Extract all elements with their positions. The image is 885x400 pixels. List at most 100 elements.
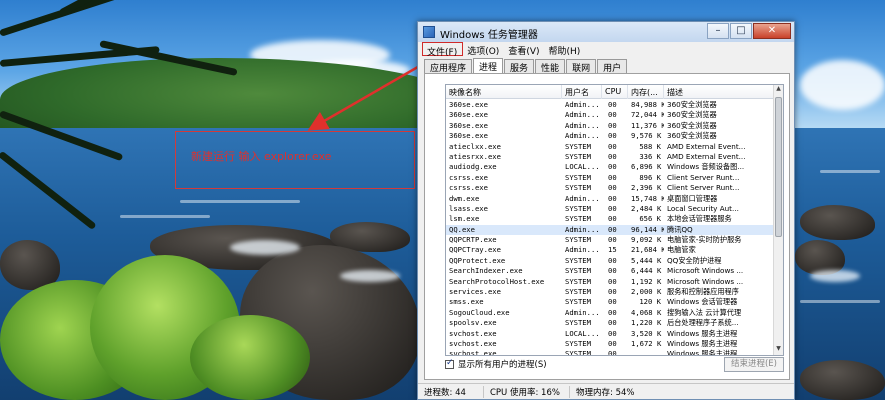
close-button[interactable]: ✕ [753, 23, 791, 39]
wallpaper-foam [230, 240, 300, 255]
process-row[interactable]: 360se.exe Admin... 00 9,576 K 360安全浏览器 [446, 131, 774, 141]
process-description: Client Server Runt... [667, 183, 740, 193]
process-memory [628, 349, 664, 355]
process-cpu: 00 [608, 141, 617, 151]
scroll-down-icon[interactable]: ▼ [774, 345, 783, 355]
tab-performance[interactable]: 性能 [535, 59, 566, 74]
process-description: 360安全浏览器 [667, 120, 717, 130]
tab-applications[interactable]: 应用程序 [424, 59, 473, 74]
process-rows: 360se.exe Admin... 00 84,988 K 360安全浏览器 360se… [446, 100, 774, 356]
minimize-button[interactable]: – [707, 23, 729, 39]
process-list-scrollbar[interactable]: ▲ ▼ [773, 85, 783, 355]
process-memory: 6,444 K [631, 266, 662, 276]
process-cpu: 00 [608, 287, 617, 297]
process-description: 360安全浏览器 [667, 110, 717, 120]
process-description: AMD External Event... [667, 151, 746, 161]
show-all-users-checkbox[interactable] [445, 358, 454, 369]
process-memory: 120 K [639, 297, 661, 307]
process-user-name: SYSTEM [565, 214, 591, 224]
maximize-button[interactable]: □ [730, 23, 752, 39]
wallpaper-wave [820, 170, 880, 173]
process-row[interactable]: svchost.exe SYSTEM 00 1,672 K Windows 服务主进程 [446, 339, 774, 349]
menu-bar: 文件(F) 选项(O) 查看(V) 帮助(H) [422, 42, 585, 58]
wallpaper-cloud [800, 60, 885, 110]
process-cpu: 00 [608, 172, 617, 182]
process-description: 腾讯QQ [667, 224, 693, 234]
process-row[interactable]: csrss.exe SYSTEM 00 2,396 K Client Server Ru… [446, 183, 774, 193]
process-row[interactable]: SearchProtocolHost.exe SYSTEM 00 1,192 K Mic… [446, 277, 774, 287]
tab-processes[interactable]: 进程 [473, 58, 504, 73]
process-description: Windows 服务主进程 [667, 328, 738, 338]
process-row[interactable]: SearchIndexer.exe SYSTEM 00 6,444 K Microsof… [446, 266, 774, 276]
process-row[interactable]: 360se.exe Admin... 00 84,988 K 360安全浏览器 [446, 100, 774, 110]
process-user-name: SYSTEM [565, 338, 591, 348]
process-row[interactable]: lsass.exe SYSTEM 00 2,484 K Local Security A… [446, 204, 774, 214]
process-list-header: 映像名称 用户名 CPU 内存(... 描述 [446, 85, 774, 99]
process-row[interactable]: csrss.exe SYSTEM 00 896 K Client Server Runt… [446, 173, 774, 183]
process-image-name: smss.exe [449, 297, 484, 307]
process-row[interactable]: QQPCRTP.exe SYSTEM 00 9,092 K 电脑管家-实时防护服务 [446, 235, 774, 245]
process-cpu: 00 [608, 183, 617, 193]
process-user-name: LOCAL... [565, 328, 600, 338]
tab-users[interactable]: 用户 [597, 59, 628, 74]
scroll-thumb[interactable] [775, 97, 782, 237]
process-memory: 5,444 K [631, 255, 662, 265]
process-description: Client Server Runt... [667, 172, 740, 182]
process-row[interactable]: QQProtect.exe SYSTEM 00 5,444 K QQ安全防护进程 [446, 256, 774, 266]
process-user-name: SYSTEM [565, 235, 591, 245]
process-image-name: svchost.exe [449, 328, 497, 338]
process-image-name: 360se.exe [449, 120, 488, 130]
process-row[interactable]: audiodg.exe LOCAL... 00 6,896 K Windows 音频设备… [446, 162, 774, 172]
process-image-name: QQ.exe [449, 224, 475, 234]
process-cpu: 00 [608, 349, 617, 356]
menu-file[interactable]: 文件(F) [422, 42, 464, 58]
column-image-name[interactable]: 映像名称 [446, 85, 562, 99]
process-row[interactable]: 360se.exe Admin... 00 11,376 K 360安全浏览器 [446, 121, 774, 131]
column-user-name[interactable]: 用户名 [562, 85, 602, 99]
tab-services[interactable]: 服务 [504, 59, 535, 74]
process-memory: 84,988 K [631, 100, 664, 109]
column-description[interactable]: 描述 [664, 85, 774, 99]
process-row[interactable]: svchost.exe LOCAL... 00 3,520 K Windows 服务主进… [446, 329, 774, 339]
menu-help[interactable]: 帮助(H) [545, 42, 586, 57]
process-row[interactable]: spoolsv.exe SYSTEM 00 1,220 K 后台处理程序子系统... [446, 318, 774, 328]
process-user-name: Admin... [565, 100, 600, 109]
process-row[interactable]: SogouCloud.exe Admin... 00 4,068 K 搜狗输入法 云计算… [446, 308, 774, 318]
wallpaper-wave [180, 200, 300, 203]
process-image-name: svchost.exe [449, 338, 497, 348]
scroll-up-icon[interactable]: ▲ [774, 85, 783, 95]
process-list[interactable]: 映像名称 用户名 CPU 内存(... 描述 360se.exe Admin...… [445, 84, 784, 356]
process-row[interactable]: dwm.exe Admin... 00 15,748 K 桌面窗口管理器 [446, 194, 774, 204]
process-image-name: csrss.exe [449, 172, 488, 182]
process-row[interactable]: atieclxx.exe SYSTEM 00 588 K AMD External Ev… [446, 142, 774, 152]
process-description: 360安全浏览器 [667, 131, 717, 141]
process-user-name: Admin... [565, 120, 600, 130]
process-image-name: audiodg.exe [449, 162, 497, 172]
menu-options[interactable]: 选项(O) [463, 42, 504, 57]
end-process-button[interactable]: 结束进程(E) [724, 357, 784, 372]
process-row[interactable]: smss.exe SYSTEM 00 120 K Windows 会话管理器 [446, 297, 774, 307]
process-row[interactable]: svchost.exe SYSTEM 00 Windows 服务主进程 [446, 349, 774, 356]
process-row[interactable]: QQPCTray.exe Admin... 15 21,684 K 电脑管家 [446, 245, 774, 255]
process-row[interactable]: atiesrxx.exe SYSTEM 00 336 K AMD External Ev… [446, 152, 774, 162]
process-row[interactable]: services.exe SYSTEM 00 2,000 K 服务和控制器应用程序 [446, 287, 774, 297]
process-cpu: 00 [608, 224, 617, 234]
show-all-users-option[interactable]: 显示所有用户的进程(S) [445, 358, 547, 370]
process-image-name: services.exe [449, 287, 501, 297]
column-cpu[interactable]: CPU [602, 85, 628, 99]
process-user-name: SYSTEM [565, 276, 591, 286]
process-cpu: 00 [608, 131, 617, 141]
tab-networking[interactable]: 联网 [566, 59, 597, 74]
show-all-users-label: 显示所有用户的进程(S) [458, 360, 547, 370]
process-row[interactable]: lsm.exe SYSTEM 00 656 K 本地会话管理器服务 [446, 214, 774, 224]
column-memory[interactable]: 内存(... [628, 85, 664, 99]
process-image-name: svchost.exe [449, 349, 497, 356]
process-row[interactable]: 360se.exe Admin... 00 72,044 K 360安全浏览器 [446, 110, 774, 120]
process-memory: 9,092 K [631, 235, 662, 245]
menu-view[interactable]: 查看(V) [504, 42, 544, 57]
process-user-name: Admin... [565, 307, 600, 317]
process-user-name: Admin... [565, 110, 600, 120]
process-row[interactable]: QQ.exe Admin... 00 96,144 K 腾讯QQ [446, 224, 774, 236]
process-description: Windows 音频设备图... [667, 162, 745, 172]
title-bar[interactable]: Windows 任务管理器 – □ ✕ [418, 22, 794, 42]
